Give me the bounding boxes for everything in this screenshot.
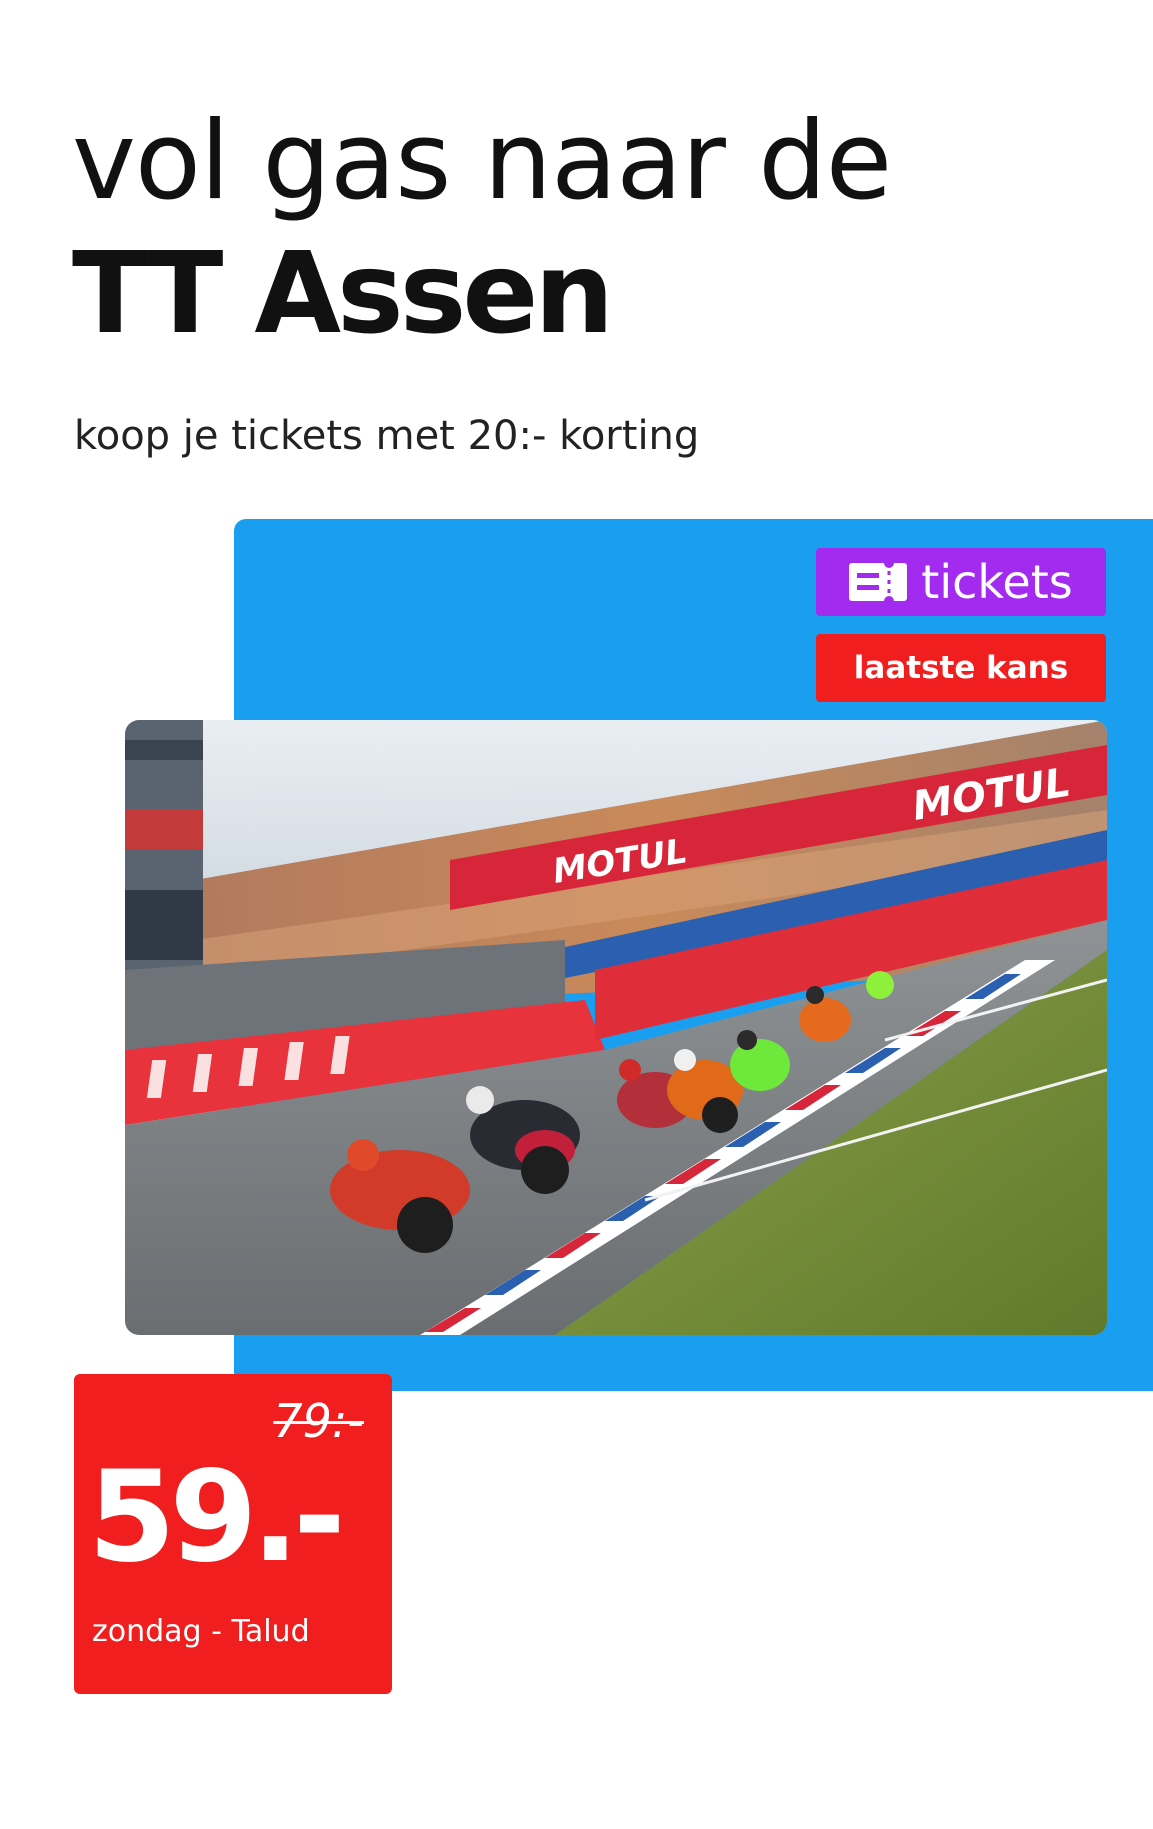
price-new: 59.- — [88, 1443, 346, 1590]
price-old: 79:- — [273, 1394, 364, 1448]
subline-discount: koop je tickets met 20:- korting — [74, 413, 700, 459]
tickets-label: tickets — [921, 555, 1073, 609]
headline-line-1: vol gas naar de — [72, 99, 892, 224]
rider-7 — [866, 971, 894, 999]
headline-line-2: TT Assen — [72, 229, 614, 359]
last-chance-badge: laatste kans — [816, 634, 1106, 702]
race-photo: MOTUL MOTUL — [125, 720, 1107, 1335]
price-note: zondag - Talud — [92, 1614, 310, 1649]
motogp-race-illustration: MOTUL MOTUL — [125, 720, 1107, 1335]
tickets-badge: tickets — [816, 548, 1106, 616]
price-box: 79:- 59.- zondag - Talud — [74, 1374, 392, 1694]
ticket-icon — [849, 563, 908, 601]
